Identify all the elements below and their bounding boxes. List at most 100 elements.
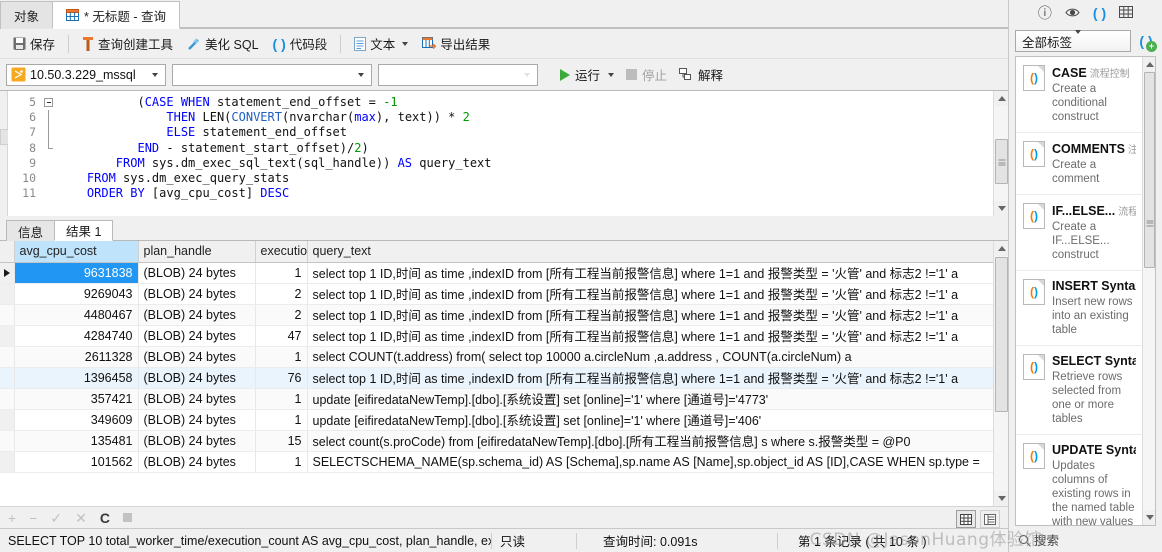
snippet-item[interactable]: () COMMENTS注 Create a comment <box>1016 133 1142 195</box>
editor-scroll-thumb[interactable] <box>995 139 1008 184</box>
table-row[interactable]: 135481 (BLOB) 24 bytes 15 select count(s.pr… <box>0 430 993 452</box>
row-marker[interactable] <box>0 325 15 347</box>
cell-query-text[interactable]: select top 1 ID,时间 as time ,indexID from… <box>307 325 993 347</box>
cell-avg-cpu-cost[interactable]: 4480467 <box>14 304 139 326</box>
row-marker[interactable] <box>0 430 15 452</box>
remove-record-button[interactable]: − <box>29 511 37 525</box>
cell-avg-cpu-cost[interactable]: 101562 <box>14 451 139 473</box>
cell-plan-handle[interactable]: (BLOB) 24 bytes <box>138 304 256 326</box>
code-parens-icon[interactable]: ( ) <box>1093 6 1106 20</box>
export-result-button[interactable]: 导出结果 <box>415 31 497 56</box>
cell-query-text[interactable]: select top 1 ID,时间 as time ,indexID from… <box>307 304 993 326</box>
row-marker[interactable] <box>0 388 15 410</box>
row-marker[interactable] <box>0 283 15 305</box>
editor-vertical-scrollbar[interactable] <box>993 91 1009 216</box>
scroll-down-icon[interactable] <box>1143 510 1155 525</box>
cell-plan-handle[interactable]: (BLOB) 24 bytes <box>138 346 256 368</box>
scroll-up-icon[interactable] <box>994 241 1008 256</box>
scroll-up-icon[interactable] <box>1143 57 1155 72</box>
connection-select[interactable]: 10.50.3.229_mssql <box>6 63 166 86</box>
snippet-search-box[interactable]: 搜索 <box>1009 526 1162 552</box>
cell-execution-count[interactable]: 1 <box>255 388 308 410</box>
table-row[interactable]: 9631838 (BLOB) 24 bytes 1 select top 1 ID,时… <box>0 262 993 284</box>
table-row[interactable]: 2611328 (BLOB) 24 bytes 1 select COUNT(t.ad… <box>0 346 993 368</box>
cell-plan-handle[interactable]: (BLOB) 24 bytes <box>138 388 256 410</box>
cell-plan-handle[interactable]: (BLOB) 24 bytes <box>138 451 256 473</box>
cell-avg-cpu-cost[interactable]: 135481 <box>14 430 139 452</box>
cell-plan-handle[interactable]: (BLOB) 24 bytes <box>138 430 256 452</box>
cell-execution-count[interactable]: 76 <box>255 367 308 389</box>
table-row[interactable]: 349609 (BLOB) 24 bytes 1 update [eifiredata… <box>0 409 993 431</box>
column-header-avg-cpu-cost[interactable]: avg_cpu_cost <box>14 241 139 263</box>
add-record-button[interactable]: + <box>8 511 16 525</box>
table-grid-icon[interactable] <box>1119 6 1134 20</box>
cell-execution-count[interactable]: 1 <box>255 262 308 284</box>
cell-avg-cpu-cost[interactable]: 2611328 <box>14 346 139 368</box>
row-marker[interactable] <box>0 451 15 473</box>
chevron-down-icon[interactable] <box>519 72 535 77</box>
cell-query-text[interactable]: select top 1 ID,时间 as time ,indexID from… <box>307 367 993 389</box>
result-grid-scroll[interactable]: avg_cpu_cost plan_handle executio query_… <box>0 241 993 506</box>
cell-execution-count[interactable]: 1 <box>255 409 308 431</box>
cell-execution-count[interactable]: 1 <box>255 451 308 473</box>
snippet-scrollbar[interactable] <box>1142 57 1155 525</box>
cell-avg-cpu-cost[interactable]: 349609 <box>14 409 139 431</box>
cell-avg-cpu-cost[interactable]: 357421 <box>14 388 139 410</box>
beautify-sql-button[interactable]: 美化 SQL <box>180 31 266 56</box>
row-marker[interactable] <box>0 262 15 284</box>
cell-query-text[interactable]: select count(s.proCode) from [eifiredata… <box>307 430 993 452</box>
chevron-down-icon[interactable] <box>1075 30 1128 48</box>
snippet-scroll-thumb[interactable] <box>1144 72 1155 268</box>
row-marker[interactable] <box>0 304 15 326</box>
result-tab-0[interactable]: 信息 <box>6 220 56 241</box>
table-row[interactable]: 4284740 (BLOB) 24 bytes 47 select top 1 ID,… <box>0 325 993 347</box>
explain-button[interactable]: 解释 <box>673 62 729 87</box>
add-snippet-icon[interactable]: ( ) + <box>1136 31 1157 52</box>
snippet-tag-select[interactable]: 全部标签 <box>1015 30 1131 52</box>
tab-objects[interactable]: 对象 <box>0 1 54 29</box>
grid-vertical-scrollbar[interactable] <box>993 241 1008 506</box>
snippet-list[interactable]: () CASE 流程控制 Create a conditional construct… <box>1015 56 1156 526</box>
code-snippet-button[interactable]: ( ) 代码段 <box>266 31 335 56</box>
cell-plan-handle[interactable]: (BLOB) 24 bytes <box>138 409 256 431</box>
cell-query-text[interactable]: select COUNT(t.address) from( select top… <box>307 346 993 368</box>
snippet-item[interactable]: () INSERT Syntax Insert new rows into an e… <box>1016 271 1142 346</box>
text-format-button[interactable]: 文本 <box>347 31 415 56</box>
table-row[interactable]: 4480467 (BLOB) 24 bytes 2 select top 1 ID,时… <box>0 304 993 326</box>
save-button[interactable]: 保存 <box>6 31 62 56</box>
chevron-down-icon[interactable] <box>147 72 163 77</box>
refresh-button[interactable]: C <box>100 511 110 525</box>
query-builder-button[interactable]: 查询创建工具 <box>75 31 180 56</box>
cell-avg-cpu-cost[interactable]: 9269043 <box>14 283 139 305</box>
cell-plan-handle[interactable]: (BLOB) 24 bytes <box>138 325 256 347</box>
cell-avg-cpu-cost[interactable]: 4284740 <box>14 325 139 347</box>
column-header-plan-handle[interactable]: plan_handle <box>138 241 256 263</box>
cell-query-text[interactable]: SELECTSCHEMA_NAME(sp.schema_id) AS [Sche… <box>307 451 993 473</box>
chevron-down-icon[interactable] <box>402 41 409 46</box>
column-header-execution-count[interactable]: executio <box>255 241 308 263</box>
cancel-edit-button[interactable]: ✕ <box>75 511 87 525</box>
cell-plan-handle[interactable]: (BLOB) 24 bytes <box>138 367 256 389</box>
cell-query-text[interactable]: update [eifiredataNewTemp].[dbo].[系统设置] … <box>307 409 993 431</box>
grid-scroll-thumb[interactable] <box>995 257 1008 412</box>
sql-editor[interactable]: 5 (CASE WHEN statement_end_offset = -1 6 … <box>8 91 993 216</box>
grid-view-icon[interactable] <box>956 510 976 528</box>
column-header-query-text[interactable]: query_text <box>307 241 993 263</box>
table-row[interactable]: 9269043 (BLOB) 24 bytes 2 select top 1 ID,时… <box>0 283 993 305</box>
fold-marker[interactable] <box>42 95 58 110</box>
cell-query-text[interactable]: select top 1 ID,时间 as time ,indexID from… <box>307 283 993 305</box>
row-marker[interactable] <box>0 367 15 389</box>
database-select[interactable] <box>172 63 372 86</box>
eye-icon[interactable] <box>1065 6 1080 20</box>
cell-execution-count[interactable]: 15 <box>255 430 308 452</box>
chevron-down-icon[interactable] <box>353 72 369 77</box>
cell-execution-count[interactable]: 1 <box>255 346 308 368</box>
table-row[interactable]: 1396458 (BLOB) 24 bytes 76 select top 1 ID,… <box>0 367 993 389</box>
cell-avg-cpu-cost[interactable]: 9631838 <box>14 262 139 284</box>
schema-select[interactable] <box>378 63 538 86</box>
cell-execution-count[interactable]: 2 <box>255 283 308 305</box>
snippet-item[interactable]: () IF...ELSE...流程控 Create a IF...ELSE... c… <box>1016 195 1142 271</box>
row-marker[interactable] <box>0 346 15 368</box>
chevron-down-icon[interactable] <box>608 72 615 77</box>
cell-query-text[interactable]: update [eifiredataNewTemp].[dbo].[系统设置] … <box>307 388 993 410</box>
